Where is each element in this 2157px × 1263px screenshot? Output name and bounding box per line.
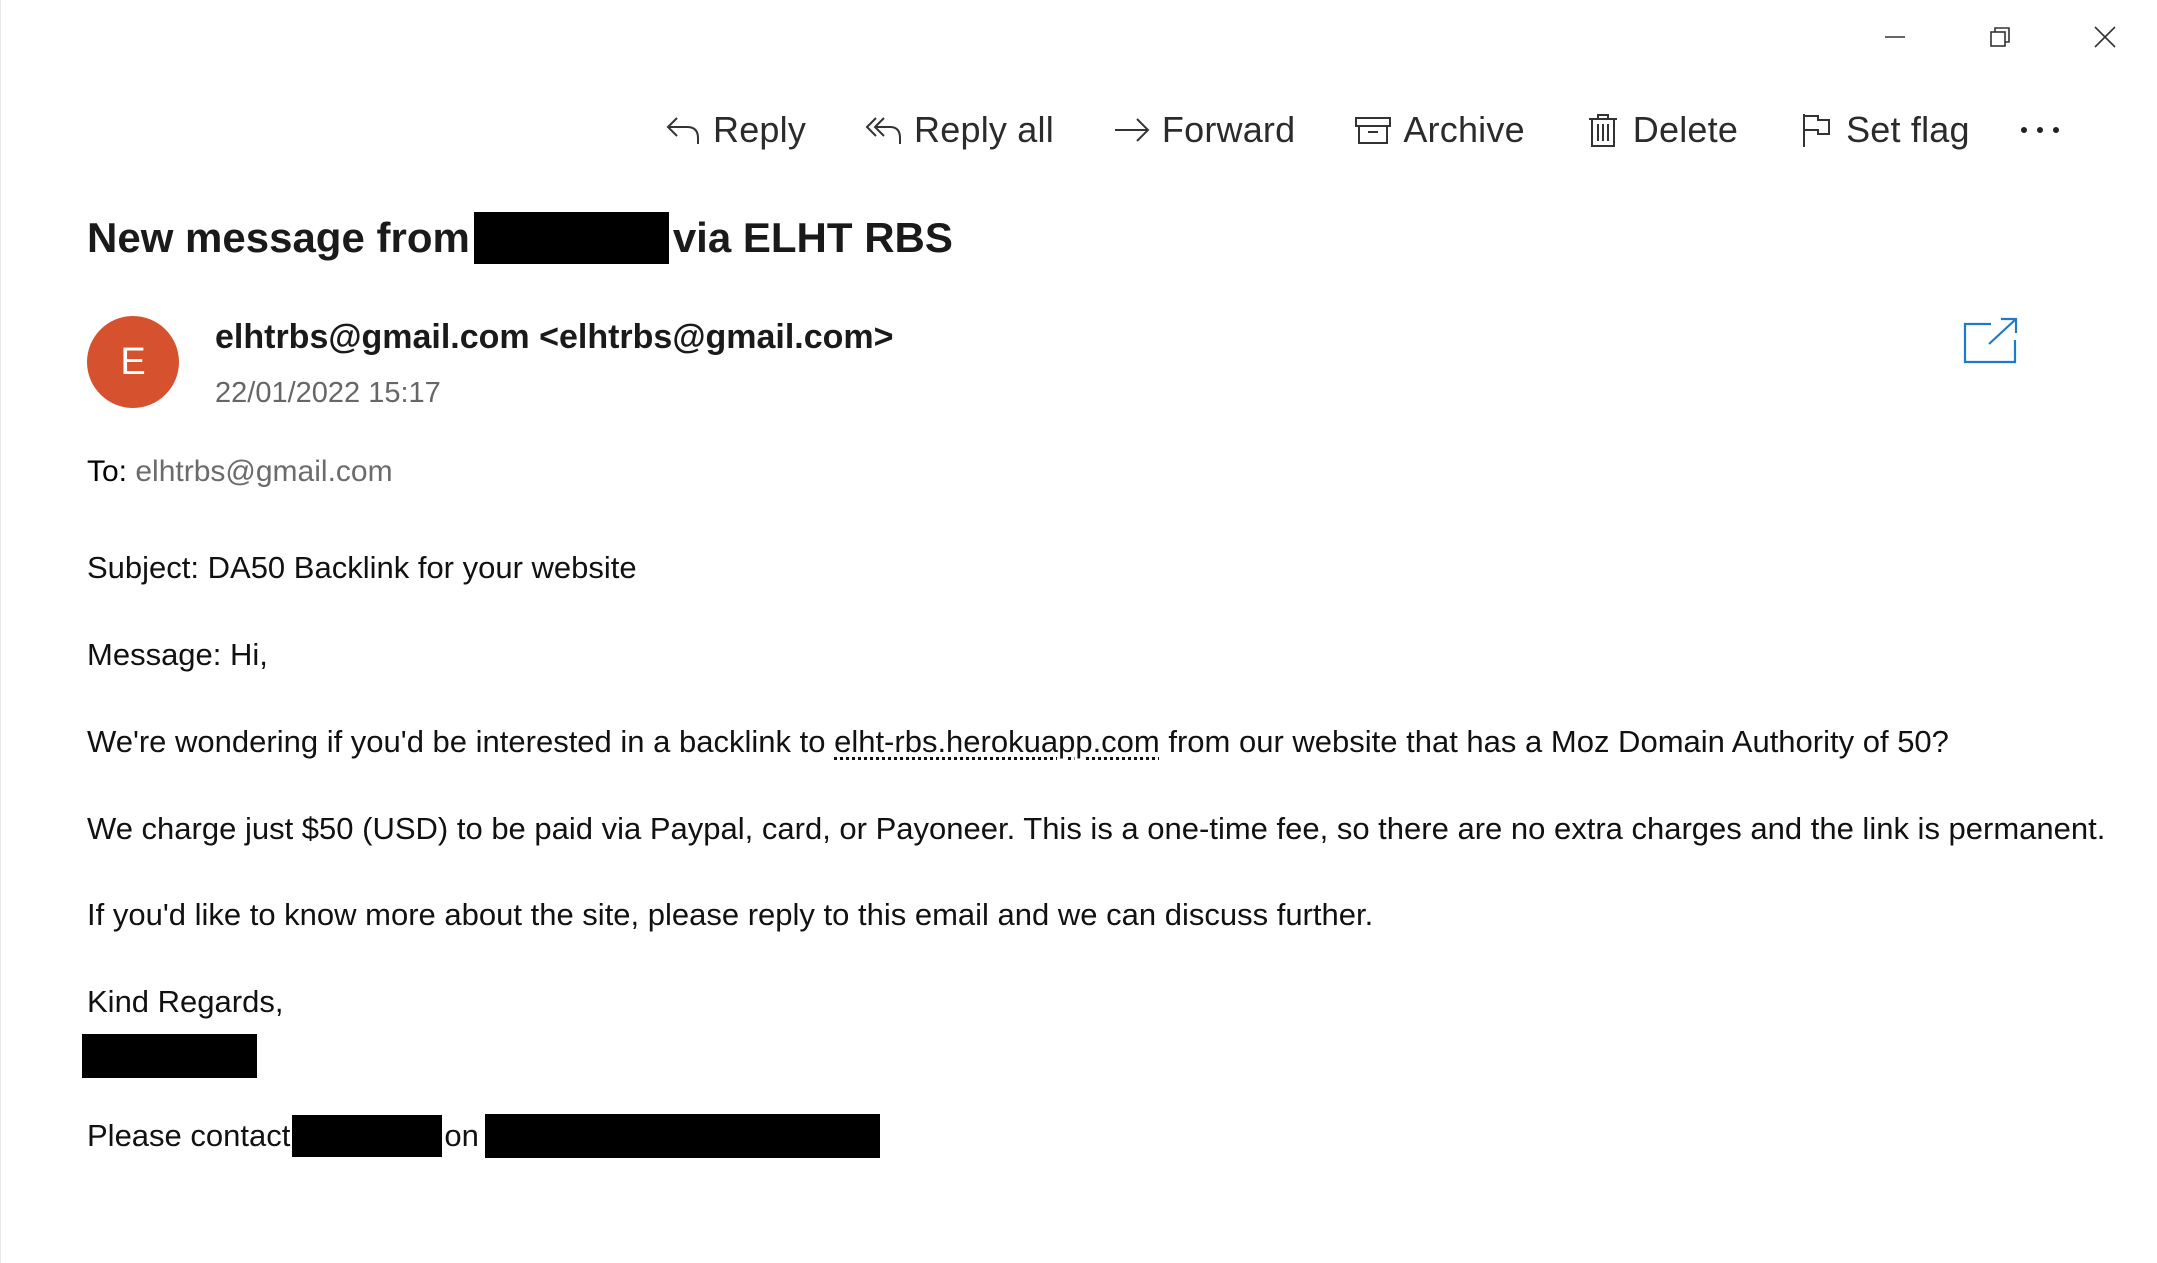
forward-label: Forward bbox=[1161, 109, 1296, 150]
more-icon bbox=[2020, 127, 2059, 133]
forward-icon bbox=[1110, 108, 1154, 152]
forward-button[interactable]: Forward bbox=[1110, 100, 1295, 160]
set-flag-button[interactable]: Set flag bbox=[1794, 100, 1970, 160]
window-controls bbox=[1842, 8, 2157, 66]
sender-address[interactable]: elhtrbs@gmail.com <elhtrbs@gmail.com> bbox=[215, 318, 894, 357]
message-subject: New message from via ELHT RBS bbox=[87, 212, 953, 264]
body-pricing-paragraph: We charge just $50 (USD) to be paid via … bbox=[87, 811, 2106, 846]
to-label: To: bbox=[87, 455, 128, 488]
restore-button[interactable] bbox=[1947, 8, 2052, 66]
minimize-icon bbox=[1884, 36, 1905, 38]
body-greeting-line: Message: Hi, bbox=[87, 637, 268, 672]
body-followup-paragraph: If you'd like to know more about the sit… bbox=[87, 897, 1374, 932]
contact-text: Please contact bbox=[87, 1118, 291, 1153]
reply-label: Reply bbox=[713, 109, 807, 150]
website-link[interactable]: elht-rbs.herokuapp.com bbox=[834, 724, 1160, 759]
reply-icon bbox=[661, 108, 705, 152]
reply-all-icon bbox=[862, 108, 906, 152]
reply-button[interactable]: Reply bbox=[661, 100, 806, 160]
close-icon bbox=[2093, 26, 2116, 48]
recipients-line: To: elhtrbs@gmail.com bbox=[87, 455, 393, 489]
delete-label: Delete bbox=[1632, 109, 1739, 150]
open-in-new-window-button[interactable] bbox=[1963, 316, 2019, 366]
body-subject-line: Subject: DA50 Backlink for your website bbox=[87, 550, 637, 585]
archive-button[interactable]: Archive bbox=[1351, 100, 1525, 160]
redacted-contact-details bbox=[484, 1114, 880, 1158]
reply-all-button[interactable]: Reply all bbox=[862, 100, 1054, 160]
sender-avatar: E bbox=[87, 316, 179, 408]
archive-label: Archive bbox=[1403, 109, 1525, 150]
redacted-signature bbox=[82, 1034, 257, 1078]
contact-on-text: on bbox=[444, 1118, 479, 1153]
close-button[interactable] bbox=[2052, 8, 2157, 66]
offer-text-before: We're wondering if you'd be interested i… bbox=[87, 724, 835, 759]
offer-text-after: from our website that has a Moz Domain A… bbox=[1159, 724, 1949, 759]
body-contact-line: Please contact on bbox=[87, 1114, 880, 1158]
message-date: 22/01/2022 15:17 bbox=[215, 377, 441, 409]
subject-prefix: New message from bbox=[87, 214, 470, 261]
set-flag-label: Set flag bbox=[1846, 109, 1970, 150]
popout-icon bbox=[1963, 317, 2018, 364]
delete-button[interactable]: Delete bbox=[1581, 100, 1738, 160]
flag-icon bbox=[1794, 108, 1838, 152]
redacted-sender-name bbox=[473, 212, 669, 264]
redacted-contact-name bbox=[292, 1115, 443, 1157]
message-toolbar: Reply Reply all Forward Archive Delete S… bbox=[661, 100, 2070, 160]
body-signoff: Kind Regards, bbox=[87, 984, 284, 1019]
avatar-initial: E bbox=[120, 340, 146, 383]
trash-icon bbox=[1581, 108, 1625, 152]
archive-icon bbox=[1351, 108, 1395, 152]
reply-all-label: Reply all bbox=[914, 109, 1054, 150]
minimize-button[interactable] bbox=[1842, 8, 1947, 66]
subject-suffix: via ELHT RBS bbox=[672, 214, 953, 261]
more-actions-button[interactable] bbox=[2010, 100, 2070, 160]
restore-icon bbox=[1989, 27, 2010, 47]
mail-reading-pane: Reply Reply all Forward Archive Delete S… bbox=[0, 0, 2157, 1263]
body-offer-paragraph: We're wondering if you'd be interested i… bbox=[87, 722, 1949, 762]
recipient-address[interactable]: elhtrbs@gmail.com bbox=[135, 455, 392, 488]
